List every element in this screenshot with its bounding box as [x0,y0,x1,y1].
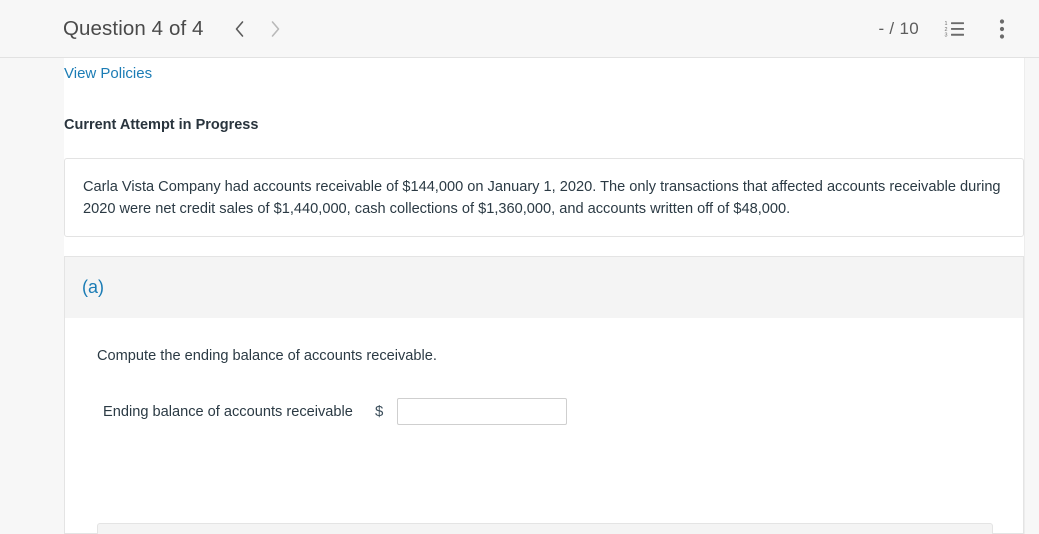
numbered-list-icon: 1 2 3 [944,20,965,38]
vertical-dots-menu-icon [999,18,1005,40]
view-policies-link[interactable]: View Policies [64,65,152,82]
right-scroll-gutter[interactable] [1024,58,1039,534]
problem-statement-text: Carla Vista Company had accounts receiva… [83,179,1001,217]
toolbar-right-group: - / 10 1 2 3 [878,16,1015,42]
part-a-header: (a) [64,256,1024,318]
question-toolbar: Question 4 of 4 - / 10 1 2 3 [0,0,1039,58]
question-page: Question 4 of 4 - / 10 1 2 3 View Polici… [0,0,1039,534]
ending-balance-input[interactable] [397,398,568,425]
previous-question-button[interactable] [222,11,258,47]
left-gutter [0,58,64,534]
next-question-button[interactable] [258,11,294,47]
etextbook-and-media-bar[interactable]: eTextbook and Media [97,523,993,534]
part-a-body: Compute the ending balance of accounts r… [64,318,1024,534]
question-navigation [222,11,294,47]
problem-statement-card: Carla Vista Company had accounts receiva… [64,158,1024,237]
part-a-label: (a) [82,277,104,297]
question-list-button[interactable]: 1 2 3 [941,16,967,42]
svg-text:3: 3 [944,32,947,37]
chevron-right-icon [269,19,282,39]
score-display: - / 10 [878,18,919,38]
page-title: Question 4 of 4 [63,16,204,40]
answer-field-label: Ending balance of accounts receivable [103,403,353,420]
current-attempt-heading: Current Attempt in Progress [64,117,259,133]
question-content: View Policies Current Attempt in Progres… [64,58,1024,534]
chevron-left-icon [233,19,246,39]
part-a-prompt: Compute the ending balance of accounts r… [97,348,437,364]
more-options-button[interactable] [989,16,1015,42]
answer-row: Ending balance of accounts receivable $ [103,398,568,425]
currency-symbol: $ [375,403,384,420]
